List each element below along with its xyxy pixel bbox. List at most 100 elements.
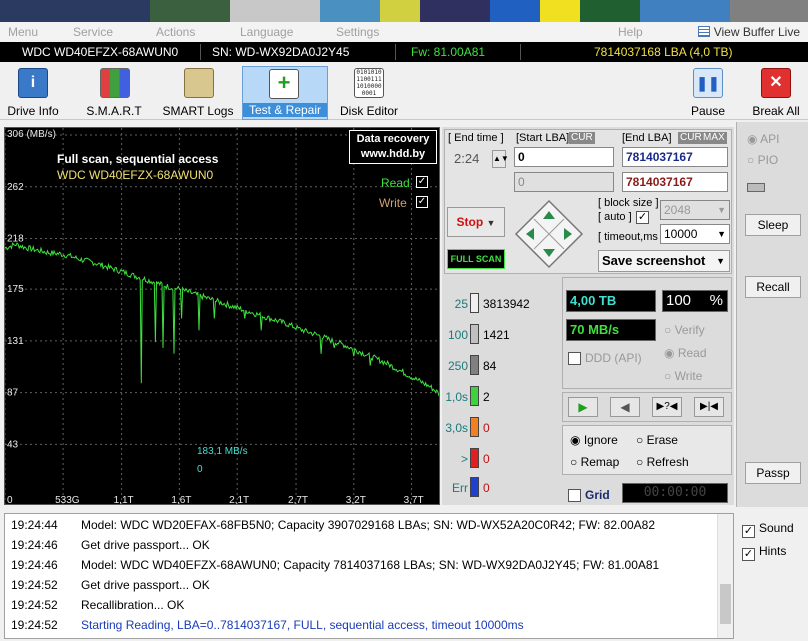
ignore-radio[interactable]: ◉ Ignore [570, 433, 618, 447]
timeout-value: 10000 [664, 227, 698, 241]
pio-radio[interactable]: ○ PIO [747, 153, 778, 167]
disk-editor-label: Disk Editor [339, 104, 398, 118]
save-screenshot-button[interactable]: Save screenshot ▼ [598, 250, 730, 272]
x-tick-label: 2,1T [229, 495, 249, 505]
timeout-select[interactable]: 10000 ▼ [660, 224, 730, 244]
save-screenshot-label: Save screenshot [602, 253, 706, 268]
break-all-button[interactable]: ✕ Break All [748, 66, 804, 120]
hints-option[interactable]: ✓ Hints [742, 544, 786, 561]
menu-item-language[interactable]: Language [240, 25, 293, 39]
verify-label: Verify [674, 323, 705, 337]
drive-serial: SN: WD-WX92DA0J2Y45 [212, 45, 350, 59]
latency-color-box [470, 355, 479, 375]
refresh-radio[interactable]: ○ Refresh [636, 455, 689, 469]
write-radio[interactable]: ○ Write [664, 369, 702, 383]
menu-item-settings[interactable]: Settings [336, 25, 379, 39]
ddd-label: DDD (API) [585, 351, 642, 365]
percent-sign: % [709, 292, 723, 309]
sound-checkbox[interactable]: ✓ [742, 525, 755, 538]
ignore-label: Ignore [583, 433, 618, 447]
random-access-button[interactable]: ▶?◀ [652, 397, 682, 417]
start-lba-current: 0 [514, 172, 614, 192]
latency-color-box [470, 324, 479, 344]
latency-count: 0 [483, 452, 490, 466]
view-buffer-button[interactable]: View Buffer Live [697, 25, 800, 39]
auto-checkbox[interactable]: ✓ [636, 211, 649, 224]
pause-button[interactable]: ❚❚ Pause [686, 66, 730, 120]
ddd-checkbox[interactable] [568, 352, 581, 365]
api-radio[interactable]: ◉ API [747, 132, 780, 146]
test-repair-button[interactable]: + Test & Repair [242, 66, 328, 120]
log-panel[interactable]: 19:24:44 Model: WDC WD20EFAX-68FB5N0; Cap… [4, 513, 734, 639]
total-size: 4,00 TB [566, 290, 656, 312]
end-max-tag[interactable]: MAX [701, 132, 727, 144]
block-size-select[interactable]: 2048 ▼ [660, 200, 730, 220]
hints-checkbox[interactable]: ✓ [742, 548, 755, 561]
remap-radio[interactable]: ○ Remap [570, 455, 619, 469]
logo-line1: Data recovery [356, 133, 430, 145]
graph-read-checkbox[interactable]: ✓ [416, 176, 428, 188]
end-time-spinner[interactable]: ▲▼ [492, 150, 509, 168]
buffer-icon [697, 26, 710, 37]
drive-info-label: Drive Info [7, 104, 59, 118]
disk-editor-button[interactable]: 0101010 1100111 1010000 0001 Disk Editor [336, 66, 402, 120]
log-time: 19:24:52 [11, 578, 58, 592]
sleep-button[interactable]: Sleep [745, 214, 801, 236]
smart-logs-label: SMART Logs [162, 104, 234, 118]
passp-button[interactable]: Passp [745, 462, 801, 484]
pause-icon: ❚❚ [693, 68, 723, 98]
latency-count: 3813942 [483, 297, 530, 311]
read-radio[interactable]: ◉ Read [664, 346, 707, 360]
menu-item-help[interactable]: Help [618, 25, 643, 39]
speed-display: 70 MB/s [566, 319, 656, 341]
graph-write-checkbox[interactable]: ✓ [416, 196, 428, 208]
latency-label: 250 [447, 359, 468, 373]
start-lba-field[interactable]: 0 [514, 147, 614, 167]
smart-button[interactable]: S.M.A.R.T [82, 66, 146, 120]
full-scan-button[interactable]: FULL SCAN [447, 249, 505, 269]
read-label: Read [677, 346, 707, 360]
block-size-label: [ block size ] [598, 197, 659, 209]
latency-count: 0 [483, 481, 490, 495]
erase-radio[interactable]: ○ Erase [636, 433, 678, 447]
end-lba-field[interactable]: 7814037167 [622, 147, 728, 167]
menu-item-actions[interactable]: Actions [156, 25, 195, 39]
stop-button[interactable]: Stop ▼ [447, 207, 505, 237]
y-tick-label: 218 [7, 234, 24, 245]
butterfly-button[interactable]: ▶|◀ [694, 397, 724, 417]
log-message: Model: WDC WD20EFAX-68FB5N0; Capacity 39… [81, 518, 656, 532]
y-tick-label: 43 [7, 439, 19, 450]
hints-label: Hints [759, 544, 787, 558]
log-scrollbar[interactable] [717, 514, 733, 638]
start-cur-tag[interactable]: CUR [569, 132, 595, 144]
x-tick-label: 2,7T [288, 495, 308, 505]
end-cur-tag[interactable]: CUR [678, 132, 704, 144]
log-time: 19:24:46 [11, 558, 58, 572]
x-tick-label: 533G [55, 495, 80, 505]
grid-checkbox[interactable] [568, 489, 581, 502]
logs-folder-icon [184, 68, 214, 98]
log-message: Get drive passport... OK [81, 578, 210, 592]
menu-item-service[interactable]: Service [73, 25, 113, 39]
logo-line2: www.hdd.by [360, 148, 426, 160]
latency-color-box [470, 293, 479, 313]
stop-label: Stop [456, 215, 484, 229]
direction-pad[interactable] [514, 199, 584, 269]
menu-item-menu[interactable]: Menu [8, 25, 38, 39]
scrollbar-thumb[interactable] [720, 584, 731, 624]
play-button[interactable]: ▶ [568, 397, 598, 417]
end-lba-current: 7814037167 [622, 172, 728, 192]
verify-radio[interactable]: ○ Verify [664, 323, 705, 337]
log-entry: 19:24:46 Model: WDC WD40EFZX-68AWUN0; Cap… [11, 558, 659, 572]
sound-option[interactable]: ✓ Sound [742, 521, 794, 538]
recall-button[interactable]: Recall [745, 276, 801, 298]
rewind-button[interactable]: ◀ [610, 397, 640, 417]
log-message: Get drive passport... OK [81, 538, 210, 552]
write-label: Write [674, 369, 703, 383]
y-tick-label: 175 [7, 284, 24, 295]
drive-info-button[interactable]: i Drive Info [2, 66, 64, 120]
smart-logs-button[interactable]: SMART Logs [160, 66, 236, 120]
log-message: Model: WDC WD40EFZX-68AWUN0; Capacity 78… [81, 558, 660, 572]
pio-label: PIO [757, 153, 779, 167]
x-tick-label: 1,6T [171, 495, 191, 505]
